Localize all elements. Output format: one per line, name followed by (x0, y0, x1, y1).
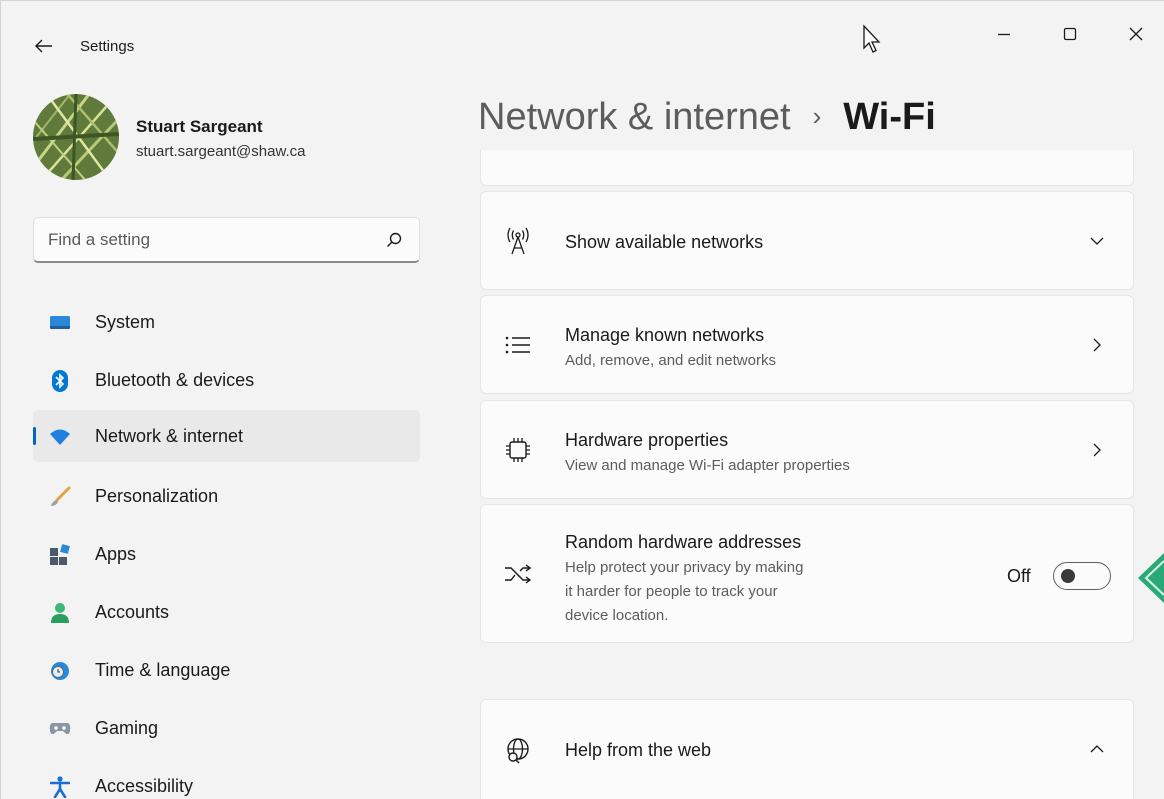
search-icon[interactable] (385, 231, 403, 249)
clock-globe-icon (49, 660, 71, 682)
card-title: Random hardware addresses (565, 532, 802, 552)
callout-arrow-icon (1134, 553, 1164, 608)
maximize-button[interactable] (1050, 20, 1090, 48)
breadcrumb-separator: › (812, 101, 822, 131)
sidebar-item-bluetooth[interactable]: Bluetooth & devices (33, 354, 420, 406)
sidebar-item-gaming[interactable]: Gaming (33, 702, 420, 754)
card-title: Manage known networks (565, 325, 765, 345)
close-button[interactable] (1116, 20, 1156, 48)
user-name: Stuart Sargeant (136, 117, 263, 136)
card-title: Hardware properties (565, 430, 729, 450)
sidebar-item-apps[interactable]: Apps (33, 528, 420, 580)
antenna-icon (503, 226, 533, 256)
breadcrumb: Network & internet › Wi-Fi (478, 96, 936, 139)
chevron-down-icon[interactable] (1087, 231, 1107, 251)
arrow-left-icon (35, 39, 52, 53)
apps-icon (49, 544, 71, 566)
brush-icon (49, 486, 71, 508)
search-box[interactable] (33, 217, 420, 263)
show-available-networks-card[interactable]: Show available networks (480, 191, 1134, 290)
bluetooth-icon (49, 370, 71, 392)
sidebar-item-label: Gaming (95, 717, 159, 738)
manage-known-networks-card[interactable]: Manage known networks Add, remove, and e… (480, 295, 1134, 394)
random-addresses-toggle[interactable] (1053, 562, 1111, 590)
minimize-button[interactable] (984, 20, 1024, 48)
shuffle-icon (503, 559, 533, 589)
sidebar-item-label: Accounts (95, 601, 170, 622)
card-subtitle-line: Help protect your privacy by making (565, 559, 804, 576)
sidebar-item-time-language[interactable]: Time & language (33, 644, 420, 696)
user-email: stuart.sargeant@shaw.ca (136, 143, 306, 160)
sidebar-item-label: Personalization (95, 485, 219, 506)
search-input[interactable] (48, 230, 378, 250)
person-icon (49, 602, 71, 624)
chevron-right-icon[interactable] (1087, 335, 1107, 355)
sidebar-item-label: Accessibility (95, 775, 194, 796)
card-subtitle-line: device location. (565, 607, 669, 624)
accessibility-icon (49, 776, 71, 798)
sidebar-item-personalization[interactable]: Personalization (33, 470, 420, 522)
sidebar-item-accounts[interactable]: Accounts (33, 586, 420, 638)
toggle-state-label: Off (1007, 566, 1031, 586)
card-subtitle: Add, remove, and edit networks (565, 352, 776, 369)
partial-card (480, 150, 1134, 186)
breadcrumb-parent[interactable]: Network & internet (478, 96, 791, 139)
close-icon (1129, 27, 1143, 41)
page-title: Wi-Fi (843, 96, 936, 138)
card-subtitle-line: it harder for people to track your (565, 583, 778, 600)
minimize-icon (998, 33, 1010, 36)
selection-indicator (33, 427, 36, 445)
gamepad-icon (49, 718, 71, 740)
back-button[interactable] (32, 34, 56, 58)
chevron-right-icon[interactable] (1087, 440, 1107, 460)
chevron-up-icon[interactable] (1087, 739, 1107, 759)
sidebar-item-label: System (95, 311, 156, 332)
chip-icon (503, 435, 533, 465)
avatar[interactable] (33, 94, 119, 180)
monitor-icon (49, 312, 71, 334)
toggle-knob (1061, 569, 1075, 583)
sidebar-item-label: Network & internet (95, 425, 244, 446)
sidebar-item-label: Time & language (95, 659, 231, 680)
card-title: Help from the web (565, 740, 712, 760)
sidebar-item-accessibility[interactable]: Accessibility (33, 760, 420, 799)
maximize-icon (1063, 27, 1077, 41)
app-title: Settings (80, 38, 135, 55)
sidebar-item-system[interactable]: System (33, 296, 420, 348)
card-subtitle: View and manage Wi-Fi adapter properties (565, 457, 850, 474)
random-hardware-addresses-card: Random hardware addresses Help protect y… (480, 504, 1134, 643)
card-title: Show available networks (565, 232, 764, 252)
globe-search-icon (503, 736, 533, 766)
wifi-icon (49, 426, 71, 448)
list-icon (503, 330, 533, 360)
sidebar-item-network[interactable]: Network & internet (33, 410, 420, 462)
help-from-web-card[interactable]: Help from the web (480, 699, 1134, 799)
mouse-cursor-icon (862, 24, 884, 59)
sidebar-item-label: Apps (95, 543, 137, 564)
sidebar-item-label: Bluetooth & devices (95, 369, 255, 390)
hardware-properties-card[interactable]: Hardware properties View and manage Wi-F… (480, 400, 1134, 499)
